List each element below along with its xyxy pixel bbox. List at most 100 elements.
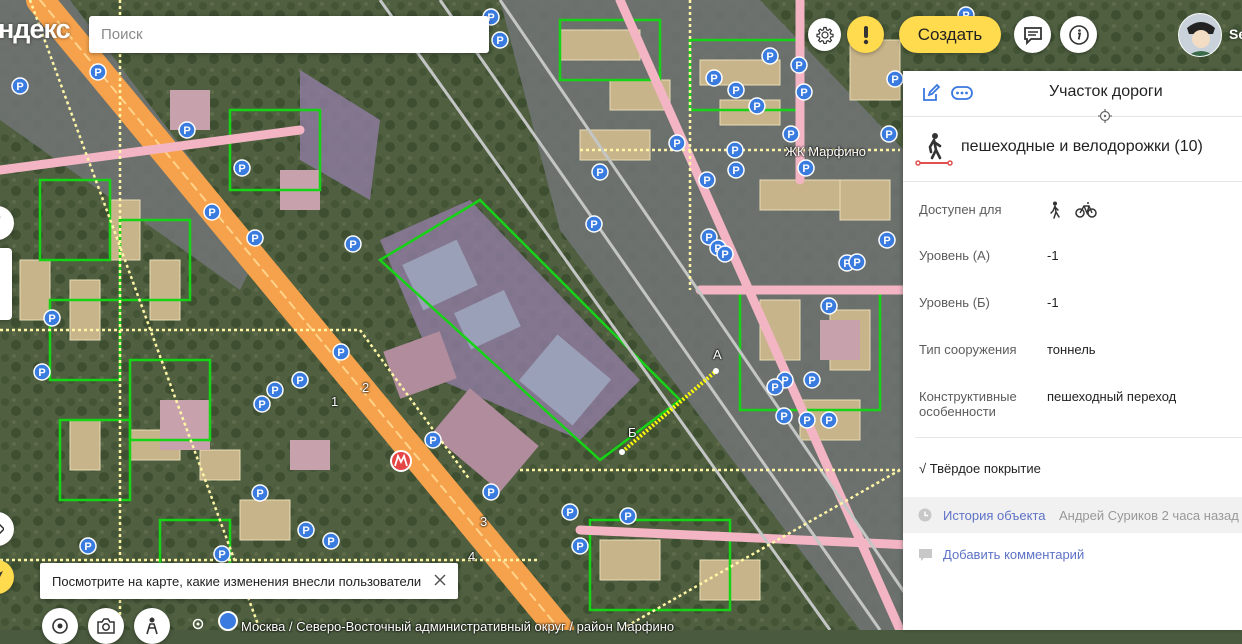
settings-button[interactable] bbox=[808, 18, 841, 51]
more-dots-icon bbox=[951, 86, 973, 100]
svg-text:P: P bbox=[802, 163, 809, 175]
svg-text:P: P bbox=[703, 175, 710, 187]
parking-marker-icon[interactable]: P bbox=[820, 411, 838, 429]
parking-marker-icon[interactable]: P bbox=[748, 97, 766, 115]
svg-text:P: P bbox=[258, 399, 265, 411]
parking-marker-icon[interactable]: P bbox=[727, 161, 745, 179]
history-link[interactable]: История объекта bbox=[943, 508, 1046, 523]
changes-toast[interactable]: Посмотрите на карте, какие изменения вне… bbox=[40, 563, 458, 599]
parking-marker-icon[interactable]: P bbox=[761, 47, 779, 65]
notifications-button[interactable] bbox=[847, 16, 884, 53]
parking-marker-icon[interactable]: P bbox=[482, 483, 500, 501]
svg-text:P: P bbox=[256, 488, 263, 500]
attr-value: тоннель bbox=[1047, 342, 1096, 357]
svg-text:P: P bbox=[803, 415, 810, 427]
category-row[interactable]: пешеходные и велодорожки (10) bbox=[903, 117, 1242, 182]
parking-marker-icon[interactable]: P bbox=[266, 381, 284, 399]
parking-marker-icon[interactable]: P bbox=[291, 371, 309, 389]
parking-marker-icon[interactable]: P bbox=[178, 121, 196, 139]
user-avatar-icon bbox=[1179, 14, 1221, 56]
attr-label: Тип сооружения bbox=[919, 342, 1017, 357]
parking-marker-icon[interactable]: P bbox=[344, 235, 362, 253]
close-icon bbox=[434, 574, 446, 586]
parking-marker-icon[interactable]: P bbox=[766, 378, 784, 396]
parking-marker-icon[interactable]: P bbox=[33, 363, 51, 381]
parking-marker-icon[interactable]: P bbox=[619, 507, 637, 525]
parking-marker-icon[interactable]: P bbox=[43, 309, 61, 327]
parking-marker-icon[interactable]: P bbox=[571, 537, 589, 555]
parking-marker-icon[interactable]: P bbox=[880, 125, 898, 143]
parking-marker-icon[interactable]: P bbox=[213, 545, 231, 563]
search-box[interactable] bbox=[89, 16, 489, 53]
panorama-button[interactable] bbox=[134, 608, 170, 644]
parking-marker-icon[interactable]: P bbox=[795, 83, 813, 101]
parking-marker-icon[interactable]: P bbox=[820, 297, 838, 315]
toast-close-button[interactable] bbox=[434, 574, 446, 589]
parking-marker-icon[interactable]: P bbox=[322, 532, 340, 550]
create-button[interactable]: Создать bbox=[899, 16, 1001, 53]
svg-text:P: P bbox=[208, 207, 215, 219]
parking-marker-icon[interactable]: P bbox=[705, 69, 723, 87]
parking-marker-icon[interactable]: P bbox=[698, 171, 716, 189]
gear-icon bbox=[815, 26, 834, 44]
info-button[interactable] bbox=[1060, 16, 1097, 53]
svg-text:P: P bbox=[183, 125, 190, 137]
svg-text:P: P bbox=[732, 165, 739, 177]
parking-marker-icon[interactable]: P bbox=[775, 407, 793, 425]
parking-marker-icon[interactable]: P bbox=[790, 56, 808, 74]
parking-marker-icon[interactable]: P bbox=[668, 134, 686, 152]
parking-marker-icon[interactable]: P bbox=[797, 159, 815, 177]
parking-marker-icon[interactable]: P bbox=[726, 141, 744, 159]
edit-button[interactable] bbox=[921, 83, 941, 108]
search-input[interactable] bbox=[99, 25, 479, 44]
info-icon bbox=[1068, 24, 1089, 45]
comment-row: Добавить комментарий bbox=[903, 533, 1242, 577]
svg-text:P: P bbox=[721, 249, 728, 261]
parking-marker-icon[interactable]: P bbox=[716, 245, 734, 263]
zoom-controls[interactable]: + − bbox=[0, 248, 12, 320]
photo-button[interactable] bbox=[88, 608, 124, 644]
parking-marker-icon[interactable]: P bbox=[424, 431, 442, 449]
parking-marker-icon[interactable]: P bbox=[11, 77, 29, 95]
geolocation-button[interactable] bbox=[42, 608, 78, 644]
parking-marker-icon[interactable]: P bbox=[253, 395, 271, 413]
zoom-out-icon[interactable]: − bbox=[0, 284, 1, 314]
more-button[interactable] bbox=[951, 83, 973, 108]
metro-marker-icon[interactable] bbox=[390, 450, 412, 472]
svg-text:P: P bbox=[825, 301, 832, 313]
parking-marker-icon[interactable]: P bbox=[251, 484, 269, 502]
parking-marker-icon[interactable]: P bbox=[89, 63, 107, 81]
parking-marker-icon[interactable]: P bbox=[886, 70, 904, 88]
parking-marker-icon[interactable]: P bbox=[246, 229, 264, 247]
parking-marker-icon[interactable]: P bbox=[727, 81, 745, 99]
parking-marker-icon[interactable]: P bbox=[782, 125, 800, 143]
surface-label: Твёрдое покрытие bbox=[929, 461, 1041, 476]
username-label[interactable]: Se bbox=[1229, 26, 1242, 42]
svg-text:P: P bbox=[808, 375, 815, 387]
parking-marker-icon[interactable]: P bbox=[233, 159, 251, 177]
parking-marker-icon[interactable]: P bbox=[878, 231, 896, 249]
zoom-in-icon[interactable]: + bbox=[0, 254, 1, 284]
parking-marker-icon[interactable]: P bbox=[79, 537, 97, 555]
parking-marker-icon[interactable]: P bbox=[491, 31, 509, 49]
messages-button[interactable] bbox=[1014, 16, 1051, 53]
history-row: История объекта Андрей Суриков 2 часа на… bbox=[903, 497, 1242, 533]
parking-marker-icon[interactable]: P bbox=[203, 203, 221, 221]
exclamation-icon bbox=[863, 25, 868, 44]
parking-marker-icon[interactable]: P bbox=[848, 253, 866, 271]
add-comment-link[interactable]: Добавить комментарий bbox=[943, 547, 1084, 562]
parking-marker-icon[interactable]: P bbox=[332, 343, 350, 361]
svg-text:P: P bbox=[780, 411, 787, 423]
parking-marker-icon[interactable]: P bbox=[297, 521, 315, 539]
parking-marker-icon[interactable]: P bbox=[798, 411, 816, 429]
parking-marker-icon[interactable]: P bbox=[561, 503, 579, 521]
parking-marker-icon[interactable]: P bbox=[803, 371, 821, 389]
parking-marker-icon[interactable]: P bbox=[591, 163, 609, 181]
avatar[interactable] bbox=[1178, 13, 1222, 57]
yandex-logo[interactable]: ндекс bbox=[0, 14, 71, 45]
svg-text:P: P bbox=[337, 347, 344, 359]
breadcrumb[interactable]: Москва / Северо-Восточный административн… bbox=[241, 619, 674, 634]
svg-text:P: P bbox=[710, 73, 717, 85]
svg-text:P: P bbox=[429, 435, 436, 447]
parking-marker-icon[interactable]: P bbox=[585, 215, 603, 233]
